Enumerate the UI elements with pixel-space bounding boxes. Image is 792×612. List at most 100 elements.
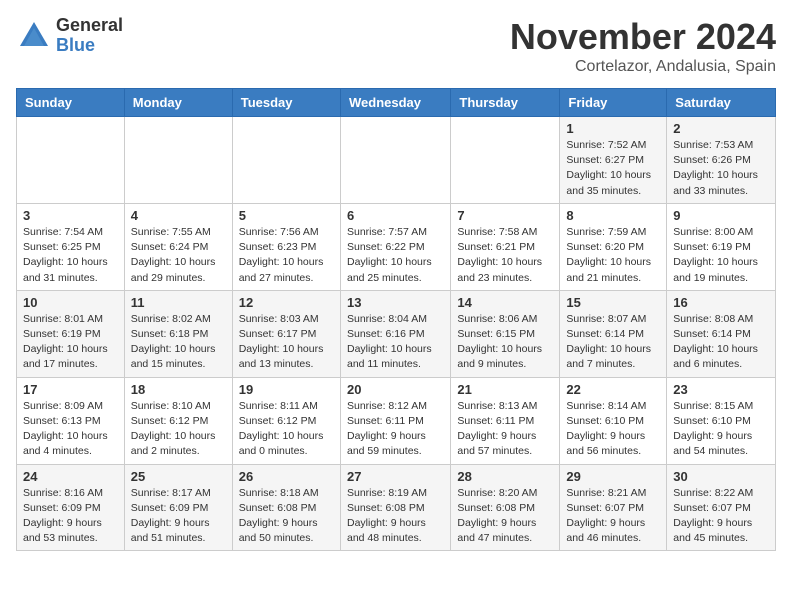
day-number: 22 (566, 382, 660, 397)
day-number: 14 (457, 295, 553, 310)
day-info: Sunrise: 8:02 AMSunset: 6:18 PMDaylight:… (131, 312, 226, 373)
calendar-cell: 4 Sunrise: 7:55 AMSunset: 6:24 PMDaylight… (124, 203, 232, 290)
day-info: Sunrise: 8:08 AMSunset: 6:14 PMDaylight:… (673, 312, 769, 373)
logo: General Blue (16, 16, 123, 56)
day-info: Sunrise: 7:59 AMSunset: 6:20 PMDaylight:… (566, 225, 660, 286)
day-number: 25 (131, 469, 226, 484)
calendar-cell: 20Sunrise: 8:12 AMSunset: 6:11 PMDayligh… (340, 377, 450, 464)
day-info: Sunrise: 8:21 AMSunset: 6:07 PMDaylight:… (566, 486, 660, 547)
day-number: 17 (23, 382, 118, 397)
day-info: Sunrise: 8:03 AMSunset: 6:17 PMDaylight:… (239, 312, 334, 373)
calendar-cell: 2 Sunrise: 7:53 AMSunset: 6:26 PMDaylight… (667, 117, 776, 204)
logo-icon (16, 18, 52, 54)
header-thursday: Thursday (451, 89, 560, 117)
day-info: Sunrise: 7:56 AMSunset: 6:23 PMDaylight:… (239, 225, 334, 286)
calendar-cell: 18 Sunrise: 8:10 AMSunset: 6:12 PMDayligh… (124, 377, 232, 464)
calendar-body: 1 Sunrise: 7:52 AMSunset: 6:27 PMDaylight… (17, 117, 776, 551)
day-info: Sunrise: 8:22 AMSunset: 6:07 PMDaylight:… (673, 486, 769, 547)
week-row-0: 1 Sunrise: 7:52 AMSunset: 6:27 PMDaylight… (17, 117, 776, 204)
calendar-cell: 21 Sunrise: 8:13 AMSunset: 6:11 PMDayligh… (451, 377, 560, 464)
day-number: 1 (566, 121, 660, 136)
day-info: Sunrise: 8:14 AMSunset: 6:10 PMDaylight:… (566, 399, 660, 460)
calendar-cell: 22 Sunrise: 8:14 AMSunset: 6:10 PMDayligh… (560, 377, 667, 464)
day-info: Sunrise: 8:19 AMSunset: 6:08 PMDaylight:… (347, 486, 444, 547)
calendar-cell (124, 117, 232, 204)
calendar: SundayMondayTuesdayWednesdayThursdayFrid… (16, 88, 776, 551)
day-info: Sunrise: 8:00 AMSunset: 6:19 PMDaylight:… (673, 225, 769, 286)
calendar-cell (451, 117, 560, 204)
calendar-cell: 27 Sunrise: 8:19 AMSunset: 6:08 PMDayligh… (340, 464, 450, 551)
day-number: 11 (131, 295, 226, 310)
header-wednesday: Wednesday (340, 89, 450, 117)
day-number: 21 (457, 382, 553, 397)
logo-general-label: General (56, 16, 123, 36)
day-info: Sunrise: 8:18 AMSunset: 6:08 PMDaylight:… (239, 486, 334, 547)
day-info: Sunrise: 7:52 AMSunset: 6:27 PMDaylight:… (566, 138, 660, 199)
day-info: Sunrise: 8:06 AMSunset: 6:15 PMDaylight:… (457, 312, 553, 373)
calendar-cell: 1 Sunrise: 7:52 AMSunset: 6:27 PMDaylight… (560, 117, 667, 204)
day-number: 26 (239, 469, 334, 484)
calendar-cell: 30 Sunrise: 8:22 AMSunset: 6:07 PMDayligh… (667, 464, 776, 551)
week-row-1: 3Sunrise: 7:54 AMSunset: 6:25 PMDaylight… (17, 203, 776, 290)
calendar-cell: 24 Sunrise: 8:16 AMSunset: 6:09 PMDayligh… (17, 464, 125, 551)
day-number: 6 (347, 208, 444, 223)
location-title: Cortelazor, Andalusia, Spain (510, 58, 776, 76)
week-row-2: 10 Sunrise: 8:01 AMSunset: 6:19 PMDayligh… (17, 290, 776, 377)
calendar-cell: 7 Sunrise: 7:58 AMSunset: 6:21 PMDaylight… (451, 203, 560, 290)
logo-text: General Blue (56, 16, 123, 56)
calendar-cell: 5Sunrise: 7:56 AMSunset: 6:23 PMDaylight… (232, 203, 340, 290)
day-number: 10 (23, 295, 118, 310)
day-number: 16 (673, 295, 769, 310)
calendar-cell: 12Sunrise: 8:03 AMSunset: 6:17 PMDayligh… (232, 290, 340, 377)
header-saturday: Saturday (667, 89, 776, 117)
header-monday: Monday (124, 89, 232, 117)
calendar-cell: 29 Sunrise: 8:21 AMSunset: 6:07 PMDayligh… (560, 464, 667, 551)
week-row-3: 17 Sunrise: 8:09 AMSunset: 6:13 PMDayligh… (17, 377, 776, 464)
day-number: 28 (457, 469, 553, 484)
day-number: 7 (457, 208, 553, 223)
header: General Blue November 2024 Cortelazor, A… (16, 16, 776, 76)
calendar-cell (340, 117, 450, 204)
calendar-cell: 14 Sunrise: 8:06 AMSunset: 6:15 PMDayligh… (451, 290, 560, 377)
day-number: 2 (673, 121, 769, 136)
day-number: 23 (673, 382, 769, 397)
day-info: Sunrise: 8:20 AMSunset: 6:08 PMDaylight:… (457, 486, 553, 547)
calendar-cell: 25Sunrise: 8:17 AMSunset: 6:09 PMDayligh… (124, 464, 232, 551)
calendar-cell: 19 Sunrise: 8:11 AMSunset: 6:12 PMDayligh… (232, 377, 340, 464)
calendar-cell: 6 Sunrise: 7:57 AMSunset: 6:22 PMDaylight… (340, 203, 450, 290)
title-area: November 2024 Cortelazor, Andalusia, Spa… (510, 16, 776, 76)
day-number: 29 (566, 469, 660, 484)
day-number: 24 (23, 469, 118, 484)
calendar-cell: 16 Sunrise: 8:08 AMSunset: 6:14 PMDayligh… (667, 290, 776, 377)
day-info: Sunrise: 8:15 AMSunset: 6:10 PMDaylight:… (673, 399, 769, 460)
day-info: Sunrise: 8:10 AMSunset: 6:12 PMDaylight:… (131, 399, 226, 460)
day-number: 13 (347, 295, 444, 310)
calendar-cell (232, 117, 340, 204)
calendar-cell: 3Sunrise: 7:54 AMSunset: 6:25 PMDaylight… (17, 203, 125, 290)
calendar-cell: 26 Sunrise: 8:18 AMSunset: 6:08 PMDayligh… (232, 464, 340, 551)
month-title: November 2024 (510, 16, 776, 58)
day-info: Sunrise: 7:53 AMSunset: 6:26 PMDaylight:… (673, 138, 769, 199)
day-info: Sunrise: 8:09 AMSunset: 6:13 PMDaylight:… (23, 399, 118, 460)
header-tuesday: Tuesday (232, 89, 340, 117)
day-info: Sunrise: 8:01 AMSunset: 6:19 PMDaylight:… (23, 312, 118, 373)
day-number: 30 (673, 469, 769, 484)
day-number: 27 (347, 469, 444, 484)
calendar-cell: 11 Sunrise: 8:02 AMSunset: 6:18 PMDayligh… (124, 290, 232, 377)
day-info: Sunrise: 8:13 AMSunset: 6:11 PMDaylight:… (457, 399, 553, 460)
day-number: 4 (131, 208, 226, 223)
calendar-cell: 13Sunrise: 8:04 AMSunset: 6:16 PMDayligh… (340, 290, 450, 377)
day-info: Sunrise: 7:58 AMSunset: 6:21 PMDaylight:… (457, 225, 553, 286)
day-info: Sunrise: 8:11 AMSunset: 6:12 PMDaylight:… (239, 399, 334, 460)
day-info: Sunrise: 8:16 AMSunset: 6:09 PMDaylight:… (23, 486, 118, 547)
calendar-cell: 15Sunrise: 8:07 AMSunset: 6:14 PMDayligh… (560, 290, 667, 377)
header-friday: Friday (560, 89, 667, 117)
day-info: Sunrise: 7:57 AMSunset: 6:22 PMDaylight:… (347, 225, 444, 286)
logo-blue-label: Blue (56, 36, 123, 56)
day-info: Sunrise: 7:55 AMSunset: 6:24 PMDaylight:… (131, 225, 226, 286)
week-row-4: 24 Sunrise: 8:16 AMSunset: 6:09 PMDayligh… (17, 464, 776, 551)
calendar-cell: 17 Sunrise: 8:09 AMSunset: 6:13 PMDayligh… (17, 377, 125, 464)
day-number: 18 (131, 382, 226, 397)
day-info: Sunrise: 8:12 AMSunset: 6:11 PMDaylight:… (347, 399, 444, 460)
day-number: 19 (239, 382, 334, 397)
